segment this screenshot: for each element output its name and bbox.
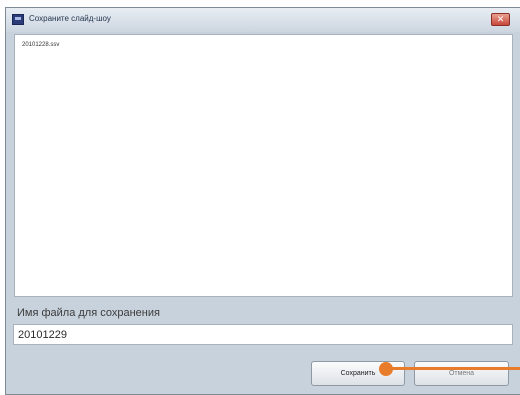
cancel-button[interactable]: Отмена xyxy=(414,361,509,386)
window-title: Сохраните слайд-шоу xyxy=(29,14,111,23)
close-icon: ✕ xyxy=(496,14,505,24)
save-slideshow-dialog: Сохраните слайд-шоу ✕ 20101228.ssv Имя ф… xyxy=(5,7,520,395)
app-icon xyxy=(12,14,24,25)
filename-input[interactable] xyxy=(13,324,513,345)
title-bar[interactable]: Сохраните слайд-шоу ✕ xyxy=(6,8,520,32)
file-list[interactable]: 20101228.ssv xyxy=(14,34,513,297)
pointer-dot xyxy=(379,362,393,376)
filename-label: Имя файла для сохранения xyxy=(17,307,160,319)
pointer-line xyxy=(388,367,520,370)
list-item[interactable]: 20101228.ssv xyxy=(22,42,59,48)
close-button[interactable]: ✕ xyxy=(491,13,510,26)
